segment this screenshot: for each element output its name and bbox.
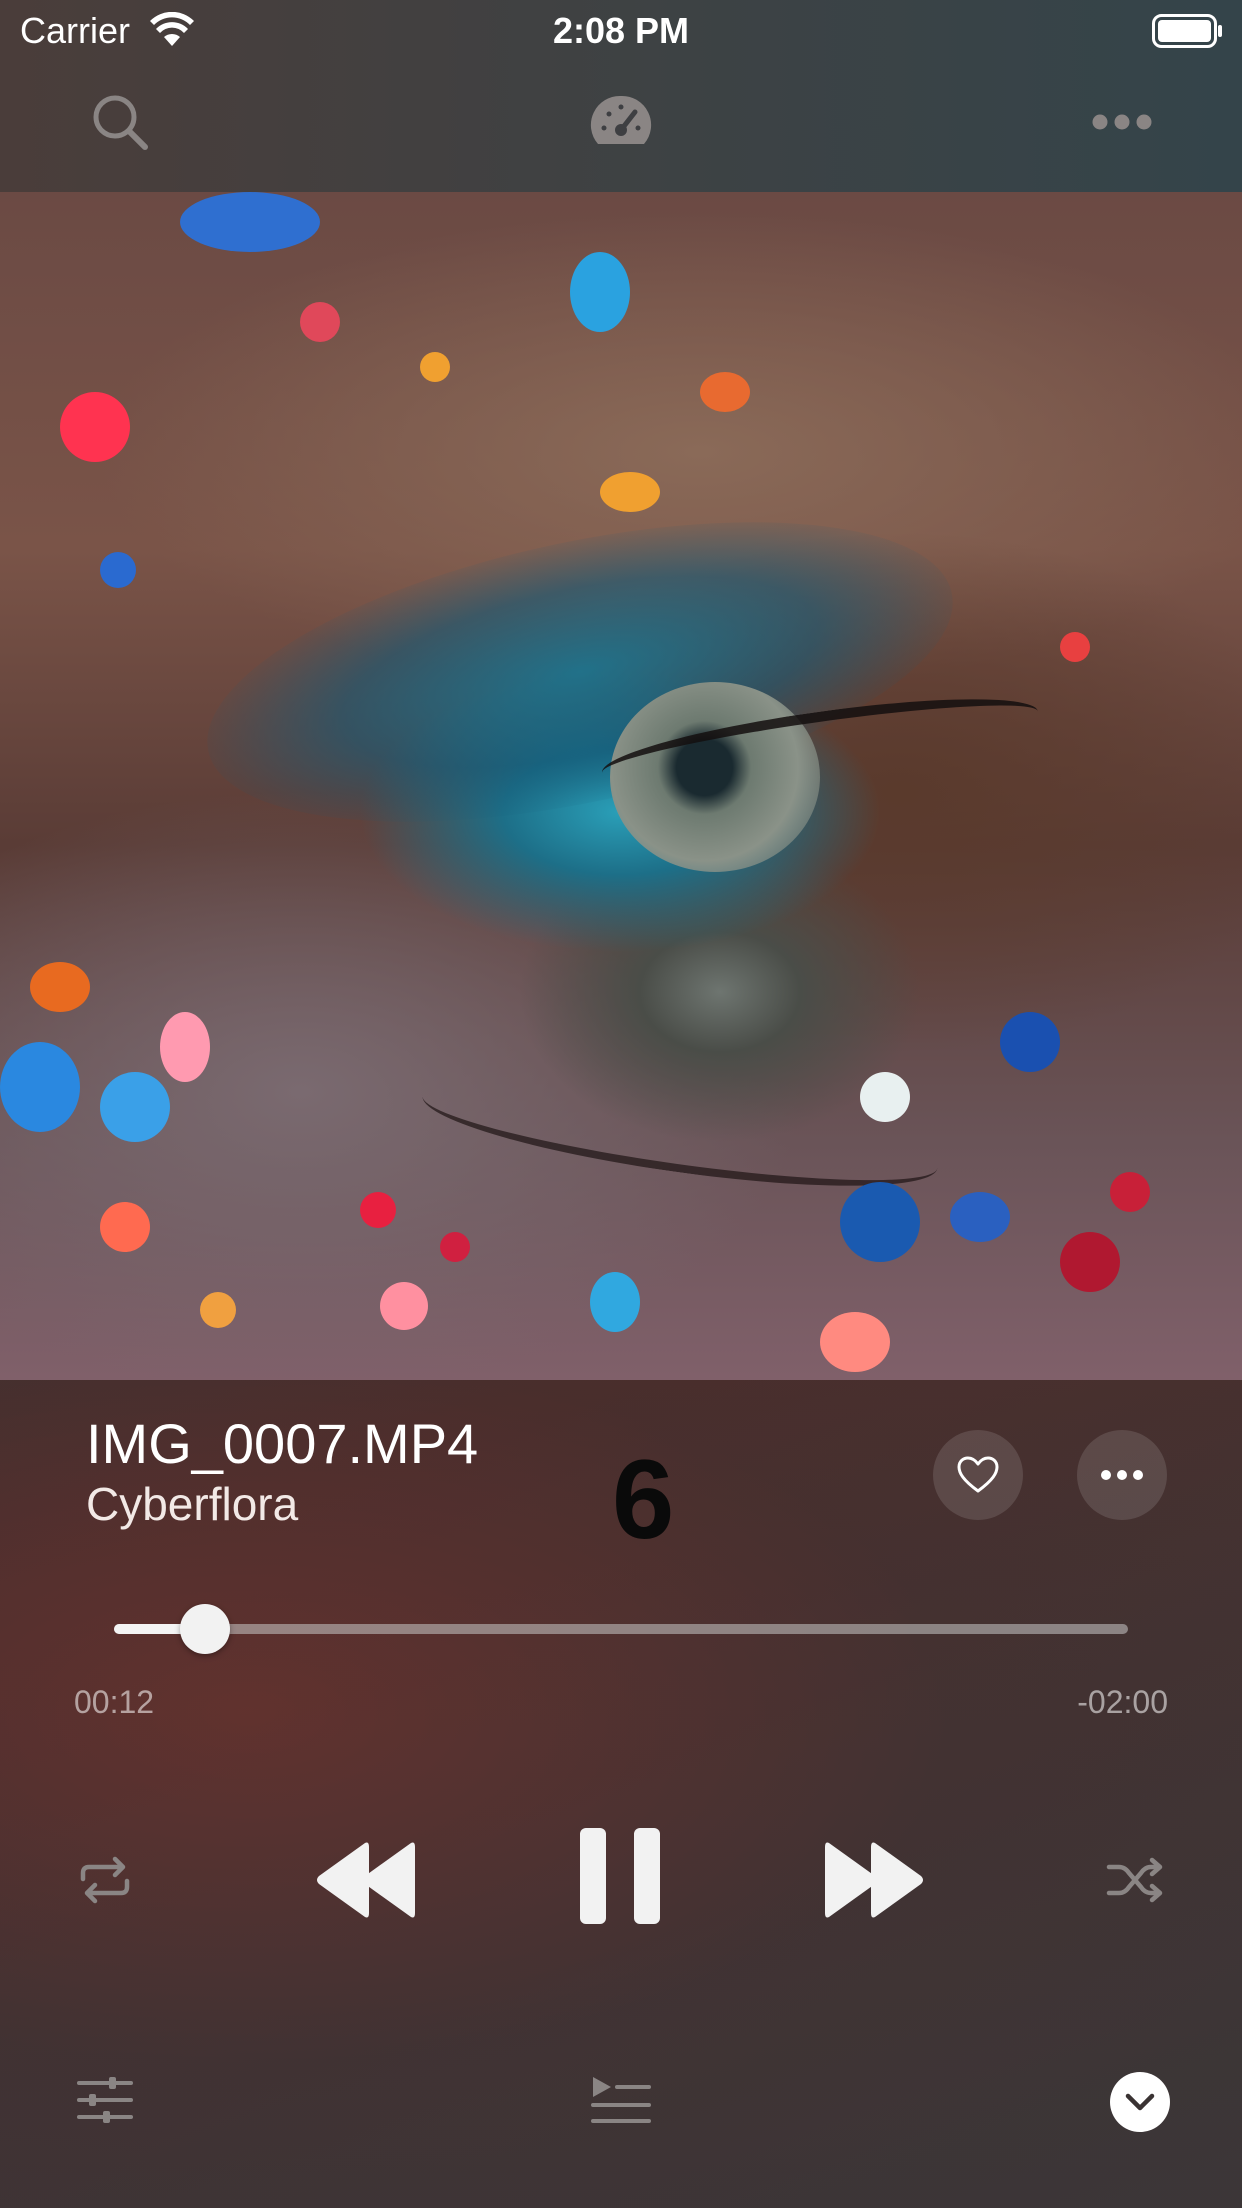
pause-icon (580, 1828, 660, 1924)
album-artwork (0, 192, 1242, 1380)
repeat-button[interactable] (60, 1840, 150, 1920)
artwork-sparkle (700, 372, 750, 412)
fast-forward-icon (825, 1842, 923, 1918)
artwork-sparkle (200, 1292, 236, 1328)
artwork-sparkle (100, 1072, 170, 1142)
artwork-sparkle (1060, 1232, 1120, 1292)
track-more-button[interactable] (1077, 1430, 1167, 1520)
artwork-sparkle (160, 1012, 210, 1082)
like-button[interactable] (933, 1430, 1023, 1520)
status-bar: Carrier 2:08 PM (0, 0, 1242, 62)
elapsed-time: 00:12 (74, 1684, 155, 1720)
artwork-sparkle (0, 1042, 80, 1132)
progress-slider[interactable] (114, 1604, 1128, 1654)
artwork-sparkle (600, 472, 660, 512)
artwork-sparkle (100, 1202, 150, 1252)
now-playing-screen: Carrier 2:08 PM IMG_0007.MP4 Cyberflora … (0, 0, 1242, 2208)
artwork-sparkle (590, 1272, 640, 1332)
options-button[interactable] (1072, 72, 1172, 172)
artwork-sparkle (1000, 1012, 1060, 1072)
artwork-sparkle (840, 1182, 920, 1262)
track-title: IMG_0007.MP4 (86, 1412, 479, 1475)
queue-button[interactable] (576, 2060, 666, 2140)
artwork-sparkle (30, 962, 90, 1012)
ellipsis-icon (1092, 114, 1152, 130)
progress-thumb[interactable] (180, 1604, 231, 1654)
artwork-sparkle (420, 352, 450, 382)
collapse-button[interactable] (1110, 2072, 1170, 2132)
artwork-sparkle (380, 1282, 428, 1330)
queue-icon (591, 2077, 651, 2123)
rewind-button[interactable] (300, 1820, 430, 1940)
track-info: IMG_0007.MP4 Cyberflora (86, 1412, 646, 1532)
artwork-sparkle (820, 1312, 890, 1372)
shuffle-icon (1106, 1857, 1163, 1903)
pause-button[interactable] (560, 1816, 680, 1936)
search-icon (93, 95, 148, 150)
equalizer-icon (77, 2077, 133, 2123)
artwork-sparkle (360, 1192, 396, 1228)
playback-speed-button[interactable] (571, 72, 671, 172)
artwork-sparkle (440, 1232, 470, 1262)
artwork-sparkle (60, 392, 130, 462)
artwork-sparkle (180, 192, 320, 252)
search-button[interactable] (70, 72, 170, 172)
artwork-sparkle (300, 302, 340, 342)
shuffle-button[interactable] (1090, 1840, 1180, 1920)
remaining-time: -02:00 (1077, 1684, 1168, 1720)
artwork-sparkle (1110, 1172, 1150, 1212)
status-time: 2:08 PM (552, 10, 690, 51)
track-artist: Cyberflora (86, 1478, 299, 1530)
artwork-sparkle (100, 552, 136, 588)
fast-forward-button[interactable] (810, 1820, 940, 1940)
artwork-eyeshadow (181, 465, 979, 879)
equalizer-button[interactable] (60, 2060, 150, 2140)
rewind-icon (317, 1842, 415, 1918)
artwork-sparkle (570, 252, 630, 332)
artwork-sparkle (950, 1192, 1010, 1242)
overlay-number: 6 (612, 1437, 675, 1562)
repeat-icon (80, 1856, 130, 1904)
ellipsis-icon (1101, 1470, 1143, 1480)
artwork-sparkle (860, 1072, 910, 1122)
artwork-sparkle (1060, 632, 1090, 662)
chevron-down-icon (1125, 2093, 1155, 2111)
speedometer-icon (590, 95, 652, 144)
heart-icon (957, 1456, 999, 1493)
top-toolbar (0, 62, 1242, 192)
battery-icon (1152, 14, 1222, 48)
